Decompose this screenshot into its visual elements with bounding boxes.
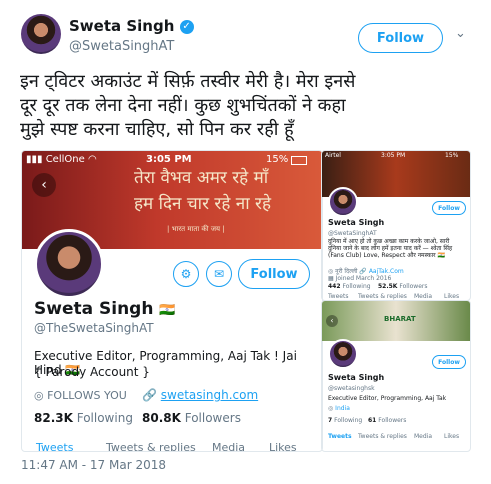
followers-label: Followers <box>184 411 241 425</box>
following-stat[interactable]: 7 Following <box>328 417 362 424</box>
location-pin-icon: ◎ <box>34 389 44 402</box>
followers-count: 52.5K <box>378 283 398 290</box>
profile-avatar[interactable] <box>328 187 358 217</box>
profile-bio: दुनिया में आए हो तो कुछ अच्छा काम करके ज… <box>328 238 453 259</box>
tab-tweets[interactable]: Tweets <box>36 441 73 451</box>
tab-likes[interactable]: Likes <box>444 433 459 440</box>
profile-handle: @TheSwetaSinghAT <box>34 321 154 335</box>
tab-tweets[interactable]: Tweets <box>328 293 348 300</box>
profile-follow-button[interactable]: Follow <box>432 201 466 215</box>
joined-row: ▦ Joined March 2016 <box>328 275 391 282</box>
location-pin-icon: ◎ <box>328 268 334 275</box>
verified-badge-icon: ✓ <box>179 19 194 34</box>
author-name[interactable]: Sweta Singh ✓ <box>69 17 194 35</box>
battery-label: 15% <box>445 152 459 159</box>
tweet-text-line: दूर दूर तक लेना देना नहीं। कुछ शुभचिंतको… <box>20 95 346 116</box>
tweet-text-line: इन ट्विटर अकाउंट में सिर्फ़ तस्वीर मेरी … <box>20 71 356 92</box>
profile-avatar[interactable] <box>34 229 104 299</box>
tweet-timestamp[interactable]: 11:47 AM - 17 Mar 2018 <box>21 458 166 472</box>
location-row: ◎ India <box>328 405 350 412</box>
following-label: Following <box>342 283 371 290</box>
follows-you-label: FOLLOWS YOU <box>47 389 127 402</box>
banner-text-1: तेरा वैभव अमर रहे माँ <box>134 168 269 188</box>
india-flag: 🇮🇳 <box>159 303 176 318</box>
calendar-icon: ▦ <box>328 275 334 282</box>
location-row: ◎ नूरी दिल्ली 🔗 AajTak.Com <box>328 267 404 275</box>
profile-bio: Executive Editor, Programming, Aaj Tak <box>328 395 447 402</box>
clock-label: 3:05 PM <box>146 154 192 165</box>
screenshot-profile-2[interactable]: Airtel 3:05 PM 15% Follow Sweta Singh @S… <box>321 150 471 301</box>
avatar[interactable] <box>21 14 61 54</box>
settings-gear-icon[interactable]: ⚙ <box>173 261 199 287</box>
follows-you-row: ◎ FOLLOWS YOU <box>34 389 127 402</box>
followers-count: 80.8K <box>142 411 181 425</box>
chevron-down-icon[interactable]: ⌄ <box>455 27 467 40</box>
tab-media[interactable]: Media <box>414 293 432 300</box>
following-stat[interactable]: 82.3K Following <box>34 411 133 425</box>
profile-avatar[interactable] <box>328 339 358 369</box>
battery-icon <box>291 156 307 165</box>
clock-label: 3:05 PM <box>381 152 406 159</box>
wifi-icon: ◠ <box>87 154 97 165</box>
location-label: नूरी दिल्ली <box>335 268 358 275</box>
following-label: Following <box>76 411 133 425</box>
status-bar: Airtel 3:05 PM 15% <box>325 152 467 159</box>
followers-stat[interactable]: 80.8K Followers <box>142 411 241 425</box>
followers-stat[interactable]: 61 Followers <box>368 417 406 424</box>
profile-handle: @swetasinghsk <box>328 385 375 392</box>
website-link[interactable]: swetasingh.com <box>161 388 258 402</box>
followers-count: 61 <box>368 417 377 424</box>
banner-text-2: हम दिन चार रहे ना रहे <box>134 194 272 214</box>
screenshot-profile-1[interactable]: ▮▮▮ CellOne ◠ 3:05 PM 15% ‹ तेरा वैभव अम… <box>21 150 323 452</box>
carrier-label: Airtel <box>325 152 341 159</box>
location-pin-icon: ◎ <box>328 405 334 412</box>
website-link[interactable]: AajTak.Com <box>369 268 404 275</box>
link-icon: 🔗 <box>359 268 367 275</box>
message-envelope-icon[interactable]: ✉ <box>206 261 232 287</box>
profile-follow-button[interactable]: Follow <box>238 259 310 289</box>
tweet-text-line: मुझे स्पष्ट करना चाहिए, सो पिन कर रही हू… <box>20 119 294 140</box>
profile-name: Sweta Singh <box>328 373 385 382</box>
banner-text: BHARAT <box>384 315 416 323</box>
profile-bio-line2: { Parody Account } <box>34 365 150 379</box>
following-count: 7 <box>328 417 333 424</box>
following-label: Following <box>334 417 363 424</box>
tab-tweets-replies[interactable]: Tweets & replies <box>358 433 407 440</box>
tab-tweets-replies[interactable]: Tweets & replies <box>106 441 196 451</box>
followers-stat[interactable]: 52.5K Followers <box>378 283 427 290</box>
tab-media[interactable]: Media <box>212 441 245 451</box>
tab-tweets-replies[interactable]: Tweets & replies <box>358 293 407 300</box>
profile-name-text: Sweta Singh <box>34 299 154 319</box>
link-icon: 🔗 <box>142 388 157 402</box>
following-count: 82.3K <box>34 411 73 425</box>
location-label: India <box>335 405 350 412</box>
followers-label: Followers <box>399 283 428 290</box>
back-arrow-icon[interactable]: ‹ <box>326 315 338 327</box>
banner-small-text: | भारत माता की जय | <box>167 225 225 233</box>
following-stat[interactable]: 442 Following <box>328 283 371 290</box>
status-bar: ▮▮▮ CellOne ◠ 3:05 PM 15% <box>26 154 318 165</box>
back-arrow-icon[interactable]: ‹ <box>32 173 56 197</box>
profile-handle: @SwetaSinghAT <box>328 230 377 237</box>
profile-name: Sweta Singh 🇮🇳 <box>34 299 176 319</box>
battery-label: 15% <box>266 154 289 165</box>
author-handle[interactable]: @SwetaSinghAT <box>69 39 174 54</box>
tweet-text: इन ट्विटर अकाउंट में सिर्फ़ तस्वीर मेरी … <box>20 70 482 142</box>
signal-icon: ▮▮▮ <box>26 154 43 165</box>
followers-label: Followers <box>378 417 407 424</box>
profile-follow-button[interactable]: Follow <box>432 355 466 369</box>
website-row[interactable]: 🔗 swetasingh.com <box>142 388 258 402</box>
author-name-text[interactable]: Sweta Singh <box>69 17 174 35</box>
carrier-label: CellOne <box>45 154 85 165</box>
tab-tweets[interactable]: Tweets <box>328 433 352 440</box>
follow-button[interactable]: Follow <box>358 23 443 53</box>
tab-likes[interactable]: Likes <box>444 293 459 300</box>
tab-media[interactable]: Media <box>414 433 432 440</box>
screenshot-profile-3[interactable]: BHARAT ‹ Follow Sweta Singh @swetasinghs… <box>321 300 471 452</box>
joined-label: Joined March 2016 <box>335 275 392 282</box>
following-count: 442 <box>328 283 341 290</box>
tab-likes[interactable]: Likes <box>269 441 297 451</box>
profile-name: Sweta Singh <box>328 218 385 227</box>
